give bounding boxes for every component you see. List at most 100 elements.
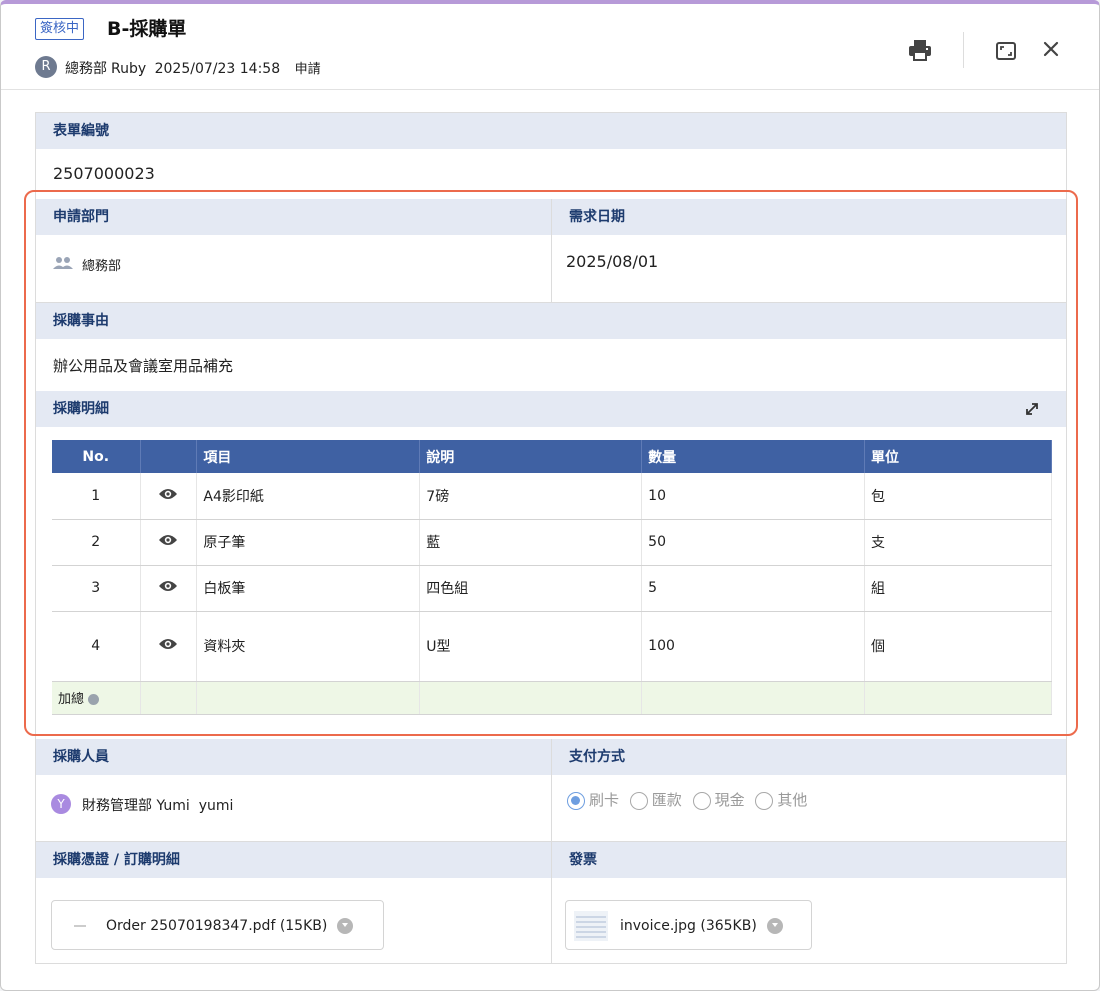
- payment-option-other[interactable]: 其他: [755, 789, 807, 810]
- avatar: R: [35, 56, 57, 78]
- form-no-label: 表單編號: [36, 113, 1066, 149]
- row-unit: 個: [864, 611, 1052, 682]
- total-empty-cell: [641, 681, 866, 715]
- row-qty: 100: [641, 611, 866, 682]
- apply-datetime: 2025/07/23 14:58: [154, 61, 281, 77]
- radio[interactable]: [755, 791, 774, 810]
- total-empty-cell: [419, 681, 643, 715]
- view-row-button[interactable]: [140, 565, 198, 612]
- column-header-desc: 說明: [419, 440, 643, 473]
- info-icon[interactable]: [88, 694, 100, 705]
- eye-icon[interactable]: [158, 487, 178, 501]
- row-no: 4: [52, 611, 142, 682]
- row-desc: 四色組: [419, 565, 643, 612]
- column-header-unit: 單位: [864, 440, 1052, 473]
- row-desc: 7磅: [419, 473, 643, 520]
- apply-action: 申請: [294, 62, 321, 77]
- applicant-department: 總務部: [65, 61, 107, 77]
- row-no: 1: [52, 473, 142, 520]
- print-icon[interactable]: [907, 38, 933, 62]
- payment-option-label: 其他: [777, 791, 808, 809]
- column-header-qty: 數量: [641, 440, 866, 473]
- reason-label: 採購事由: [36, 303, 1066, 339]
- form-body: 表單編號 2507000023 申請部門 需求日期 總務部 2025/08/01…: [35, 112, 1067, 964]
- column-header-no: No.: [52, 440, 142, 473]
- dialog-header: 簽核中 B-採購單 R 總務部 Ruby 2025/07/23 14:58 申請: [1, 4, 1099, 90]
- form-dialog: 簽核中 B-採購單 R 總務部 Ruby 2025/07/23 14:58 申請 …: [0, 0, 1100, 991]
- invoice-attachment[interactable]: invoice.jpg (365KB): [565, 900, 812, 950]
- column-divider: [551, 199, 552, 303]
- dept-label: 申請部門: [36, 199, 551, 235]
- users-icon: [53, 257, 73, 269]
- row-unit: 包: [864, 473, 1052, 520]
- eye-icon[interactable]: [158, 533, 178, 547]
- voucher-attachment[interactable]: Order 25070198347.pdf (15KB): [51, 900, 384, 950]
- dept-value: 總務部: [82, 259, 122, 274]
- chevron-down-icon[interactable]: [337, 918, 354, 934]
- view-row-button[interactable]: [140, 611, 198, 682]
- applicant-meta: 總務部 Ruby 2025/07/23 14:58 申請: [65, 58, 325, 78]
- status-badge: 簽核中: [35, 18, 85, 40]
- payment-option-label: 匯款: [651, 791, 682, 809]
- view-row-button[interactable]: [140, 519, 198, 566]
- row-item: A4影印紙: [196, 473, 421, 520]
- total-empty-cell: [140, 681, 198, 715]
- row-item: 白板筆: [196, 565, 421, 612]
- total-cell: 加總: [52, 681, 142, 715]
- date-value: 2025/08/01: [566, 252, 659, 271]
- header-divider: [963, 32, 964, 68]
- purchaser-label: 採購人員: [36, 739, 551, 775]
- table-header-row: No. 項目 說明 數量 單位: [52, 440, 1052, 473]
- payment-option-cash[interactable]: 現金: [692, 789, 745, 810]
- file-icon: [74, 925, 86, 927]
- purchaser-value: 財務管理部 Yumi yumi: [82, 798, 234, 814]
- row-qty: 50: [641, 519, 866, 566]
- row-qty: 10: [641, 473, 866, 520]
- image-file-icon: [574, 911, 608, 941]
- expand-icon[interactable]: [1022, 399, 1042, 419]
- maximize-icon[interactable]: [995, 41, 1017, 61]
- radio-selected[interactable]: [567, 791, 585, 810]
- form-no-value: 2507000023: [53, 164, 155, 183]
- table-row: 3 白板筆 四色組 5 組: [52, 565, 1052, 612]
- total-empty-cell: [864, 681, 1052, 715]
- row-qty: 5: [641, 565, 866, 612]
- row-item: 原子筆: [196, 519, 421, 566]
- table-row: 4 資料夾 U型 100 個: [52, 611, 1052, 682]
- invoice-label: 發票: [552, 842, 1066, 878]
- radio[interactable]: [692, 791, 711, 810]
- close-icon[interactable]: [1041, 39, 1061, 59]
- total-label: 加總: [58, 692, 85, 707]
- row-desc: 藍: [419, 519, 643, 566]
- radio[interactable]: [629, 791, 648, 810]
- eye-icon[interactable]: [158, 579, 178, 593]
- payment-radio-group: 刷卡 匯款 現金 其他: [567, 789, 813, 810]
- view-row-button[interactable]: [140, 473, 198, 520]
- voucher-label: 採購憑證 / 訂購明細: [36, 842, 551, 878]
- voucher-file-name: Order 25070198347.pdf (15KB): [106, 918, 328, 934]
- row-item: 資料夾: [196, 611, 421, 682]
- payment-option-label: 刷卡: [589, 791, 620, 809]
- row-no: 2: [52, 519, 142, 566]
- table-row: 2 原子筆 藍 50 支: [52, 519, 1052, 566]
- column-header-item: 項目: [196, 440, 421, 473]
- items-table: No. 項目 說明 數量 單位 1 A4影印紙 7磅 10 包 2 原子筆 藍 …: [52, 440, 1052, 715]
- page-title: B-採購單: [107, 18, 187, 40]
- invoice-file-name: invoice.jpg (365KB): [620, 918, 757, 934]
- total-empty-cell: [196, 681, 421, 715]
- row-unit: 組: [864, 565, 1052, 612]
- chevron-down-icon[interactable]: [766, 918, 783, 934]
- eye-icon[interactable]: [158, 637, 178, 651]
- reason-value: 辦公用品及會議室用品補充: [53, 357, 234, 375]
- payment-option-transfer[interactable]: 匯款: [629, 789, 682, 810]
- payment-option-card[interactable]: 刷卡: [567, 789, 619, 810]
- avatar: Y: [51, 794, 71, 814]
- row-no: 3: [52, 565, 142, 612]
- row-desc: U型: [419, 611, 643, 682]
- payment-option-label: 現金: [714, 791, 745, 809]
- row-unit: 支: [864, 519, 1052, 566]
- table-row: 1 A4影印紙 7磅 10 包: [52, 473, 1052, 520]
- payment-label: 支付方式: [552, 739, 1066, 775]
- date-label: 需求日期: [552, 199, 1066, 235]
- total-row: 加總: [52, 681, 1052, 715]
